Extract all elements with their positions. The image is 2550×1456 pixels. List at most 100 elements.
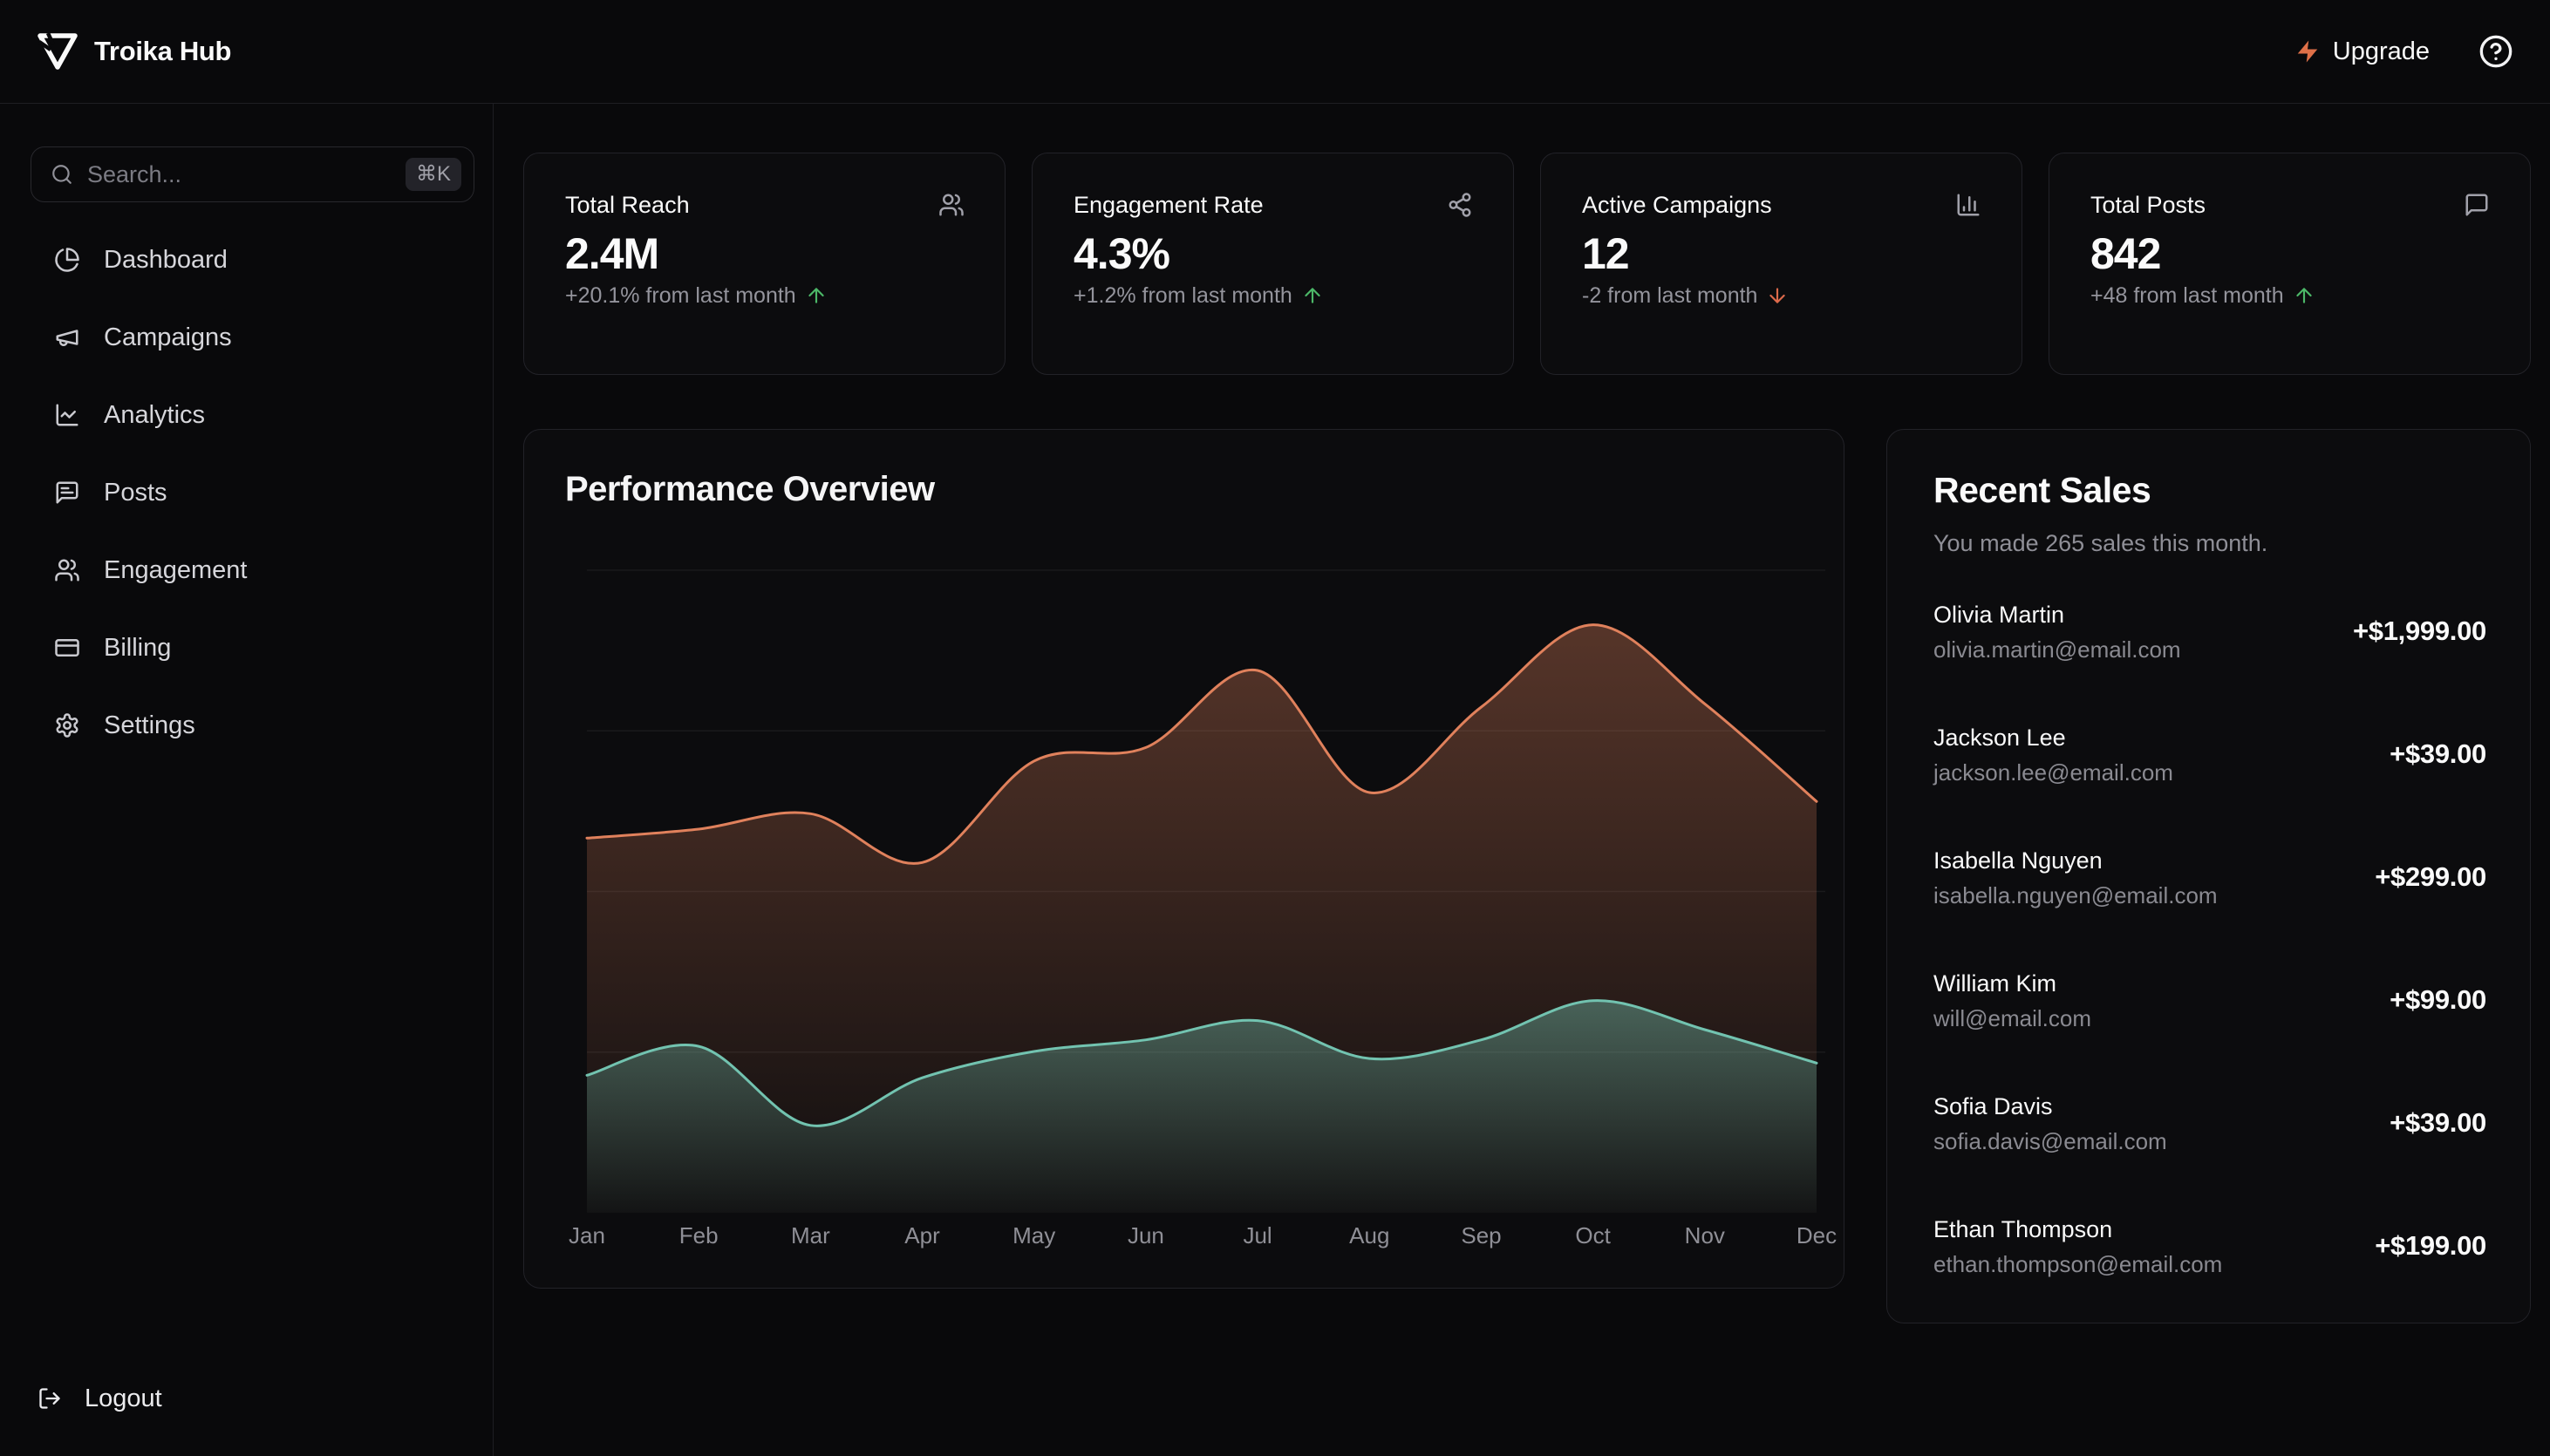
stat-change: +20.1% from last month <box>565 282 965 309</box>
lightning-bolt-icon <box>2297 40 2317 63</box>
search-icon <box>52 165 72 184</box>
troika-logo-icon <box>37 32 78 71</box>
recent-sales-title: Recent Sales <box>1933 470 2151 510</box>
performance-overview-card: Performance Overview Jan Feb Mar Apr May Jun J… <box>523 429 1844 1289</box>
svg-text:May: May <box>1012 1222 1055 1248</box>
customer-name: Isabella Nguyen <box>1933 847 2103 874</box>
customer-email: will@email.com <box>1933 1004 2091 1031</box>
users-icon <box>55 559 79 582</box>
sidebar-item-settings[interactable]: Settings <box>31 694 474 757</box>
sidebar-item-dashboard[interactable]: Dashboard <box>31 228 474 291</box>
upgrade-button[interactable]: Upgrade <box>2294 37 2430 66</box>
customer-email: jackson.lee@email.com <box>1933 759 2173 786</box>
stat-value: 12 <box>1582 229 1630 278</box>
sidebar-item-label: Dashboard <box>104 245 228 274</box>
sale-row: Olivia Martin olivia.martin@email.com +$… <box>1933 601 2486 663</box>
logout-label: Logout <box>85 1384 162 1412</box>
sidebar-nav: Dashboard Campaigns Analytics Posts Enga… <box>31 228 474 772</box>
sidebar-item-posts[interactable]: Posts <box>31 461 474 524</box>
sidebar-item-label: Analytics <box>104 400 206 429</box>
sidebar-item-billing[interactable]: Billing <box>31 616 474 679</box>
customer-email: isabella.nguyen@email.com <box>1933 881 2218 908</box>
sidebar-item-engagement[interactable]: Engagement <box>31 539 474 602</box>
search-shortcut-badge: ⌘K <box>405 158 461 191</box>
sale-row: Sofia Davis sofia.davis@email.com +$39.0… <box>1933 1092 2486 1154</box>
credit-card-icon <box>55 639 79 657</box>
content-row: Performance Overview Jan Feb Mar Apr May Jun J… <box>523 429 2531 1323</box>
logout-icon <box>39 1388 60 1409</box>
stat-change: +1.2% from last month <box>1074 282 1473 309</box>
message-square-text-icon <box>56 481 78 504</box>
sidebar-item-analytics[interactable]: Analytics <box>31 384 474 446</box>
customer-name: Sofia Davis <box>1933 1092 2053 1119</box>
bar-chart-icon <box>1957 194 1980 216</box>
brand: Troika Hub <box>37 32 232 71</box>
sale-row: William Kim will@email.com +$99.00 <box>1933 970 2486 1031</box>
stat-change: -2 from last month <box>1582 282 1981 309</box>
sale-amount: +$99.00 <box>2390 984 2486 1015</box>
sale-row: Ethan Thompson ethan.thompson@email.com … <box>1933 1216 2486 1277</box>
help-circle-icon <box>2479 35 2512 68</box>
stat-value: 842 <box>2090 229 2161 278</box>
stat-card-active-campaigns: Active Campaigns 12 -2 from last month <box>1540 153 2022 375</box>
sidebar-item-label: Billing <box>104 633 172 662</box>
arrow-up-icon <box>808 288 824 303</box>
message-square-icon <box>2465 194 2488 216</box>
stat-title: Active Campaigns <box>1582 192 1772 218</box>
arrow-up-icon <box>1305 288 1320 303</box>
svg-text:Nov: Nov <box>1685 1222 1725 1248</box>
recent-sales-subtitle: You made 265 sales this month. <box>1933 530 2268 556</box>
app-title: Troika Hub <box>94 36 232 66</box>
share-icon <box>1449 193 1471 217</box>
stat-title: Total Reach <box>565 192 690 218</box>
sale-amount: +$199.00 <box>2375 1230 2486 1261</box>
svg-text:Jul: Jul <box>1243 1222 1272 1248</box>
stat-change: +48 from last month <box>2090 282 2490 309</box>
performance-area-chart: Jan Feb Mar Apr May Jun Jul Aug Sep Oct Nov Dec <box>569 569 1837 1248</box>
sale-row: Isabella Nguyen isabella.nguyen@email.co… <box>1933 847 2486 908</box>
svg-text:Mar: Mar <box>791 1222 830 1248</box>
sale-row: Jackson Lee jackson.lee@email.com +$39.0… <box>1933 724 2486 786</box>
svg-text:Oct: Oct <box>1575 1222 1611 1248</box>
customer-email: sofia.davis@email.com <box>1933 1127 2167 1154</box>
search-input[interactable] <box>87 160 406 188</box>
header-actions: Upgrade <box>2294 34 2513 69</box>
help-button[interactable] <box>2478 34 2513 69</box>
customer-name: Olivia Martin <box>1933 601 2065 628</box>
pie-chart-icon <box>55 248 79 272</box>
stats-row: Total Reach 2.4M +20.1% from last month … <box>523 153 2531 375</box>
sales-list: Olivia Martin olivia.martin@email.com +$… <box>1933 601 2486 1277</box>
svg-text:Feb: Feb <box>679 1222 719 1248</box>
line-chart-icon <box>56 404 78 426</box>
top-bar: Troika Hub Upgrade <box>0 0 2550 104</box>
upgrade-label: Upgrade <box>2332 37 2430 65</box>
stat-title: Engagement Rate <box>1074 192 1264 218</box>
stat-value: 4.3% <box>1074 229 1170 278</box>
logout-button[interactable]: Logout <box>31 1367 474 1430</box>
sidebar-item-label: Campaigns <box>104 323 232 351</box>
arrow-down-icon <box>1769 288 1786 303</box>
stat-value: 2.4M <box>565 229 659 278</box>
sidebar-item-label: Settings <box>104 711 195 739</box>
arrow-up-icon <box>2295 288 2312 303</box>
svg-text:Sep: Sep <box>1461 1222 1501 1248</box>
search-box[interactable]: ⌘K <box>31 146 474 202</box>
svg-text:Jun: Jun <box>1128 1222 1164 1248</box>
stat-card-engagement-rate: Engagement Rate 4.3% +1.2% from last mon… <box>1032 153 1514 375</box>
sale-amount: +$39.00 <box>2390 1107 2486 1138</box>
customer-name: William Kim <box>1933 970 2056 997</box>
sidebar-item-campaigns[interactable]: Campaigns <box>31 306 474 369</box>
main-content: Total Reach 2.4M +20.1% from last month … <box>494 104 2550 1456</box>
svg-text:Apr: Apr <box>904 1222 940 1248</box>
customer-name: Jackson Lee <box>1933 724 2066 751</box>
stat-card-total-reach: Total Reach 2.4M +20.1% from last month <box>523 153 1006 375</box>
sidebar: ⌘K Dashboard Campaigns Analytics Posts <box>0 104 494 1456</box>
sidebar-item-label: Engagement <box>104 555 248 584</box>
svg-text:Jan: Jan <box>569 1222 605 1248</box>
sale-amount: +$299.00 <box>2375 861 2486 892</box>
stat-title: Total Posts <box>2090 192 2206 218</box>
customer-email: olivia.martin@email.com <box>1933 636 2181 663</box>
recent-sales-card: Recent Sales You made 265 sales this mon… <box>1886 429 2531 1323</box>
gear-icon <box>56 713 78 738</box>
